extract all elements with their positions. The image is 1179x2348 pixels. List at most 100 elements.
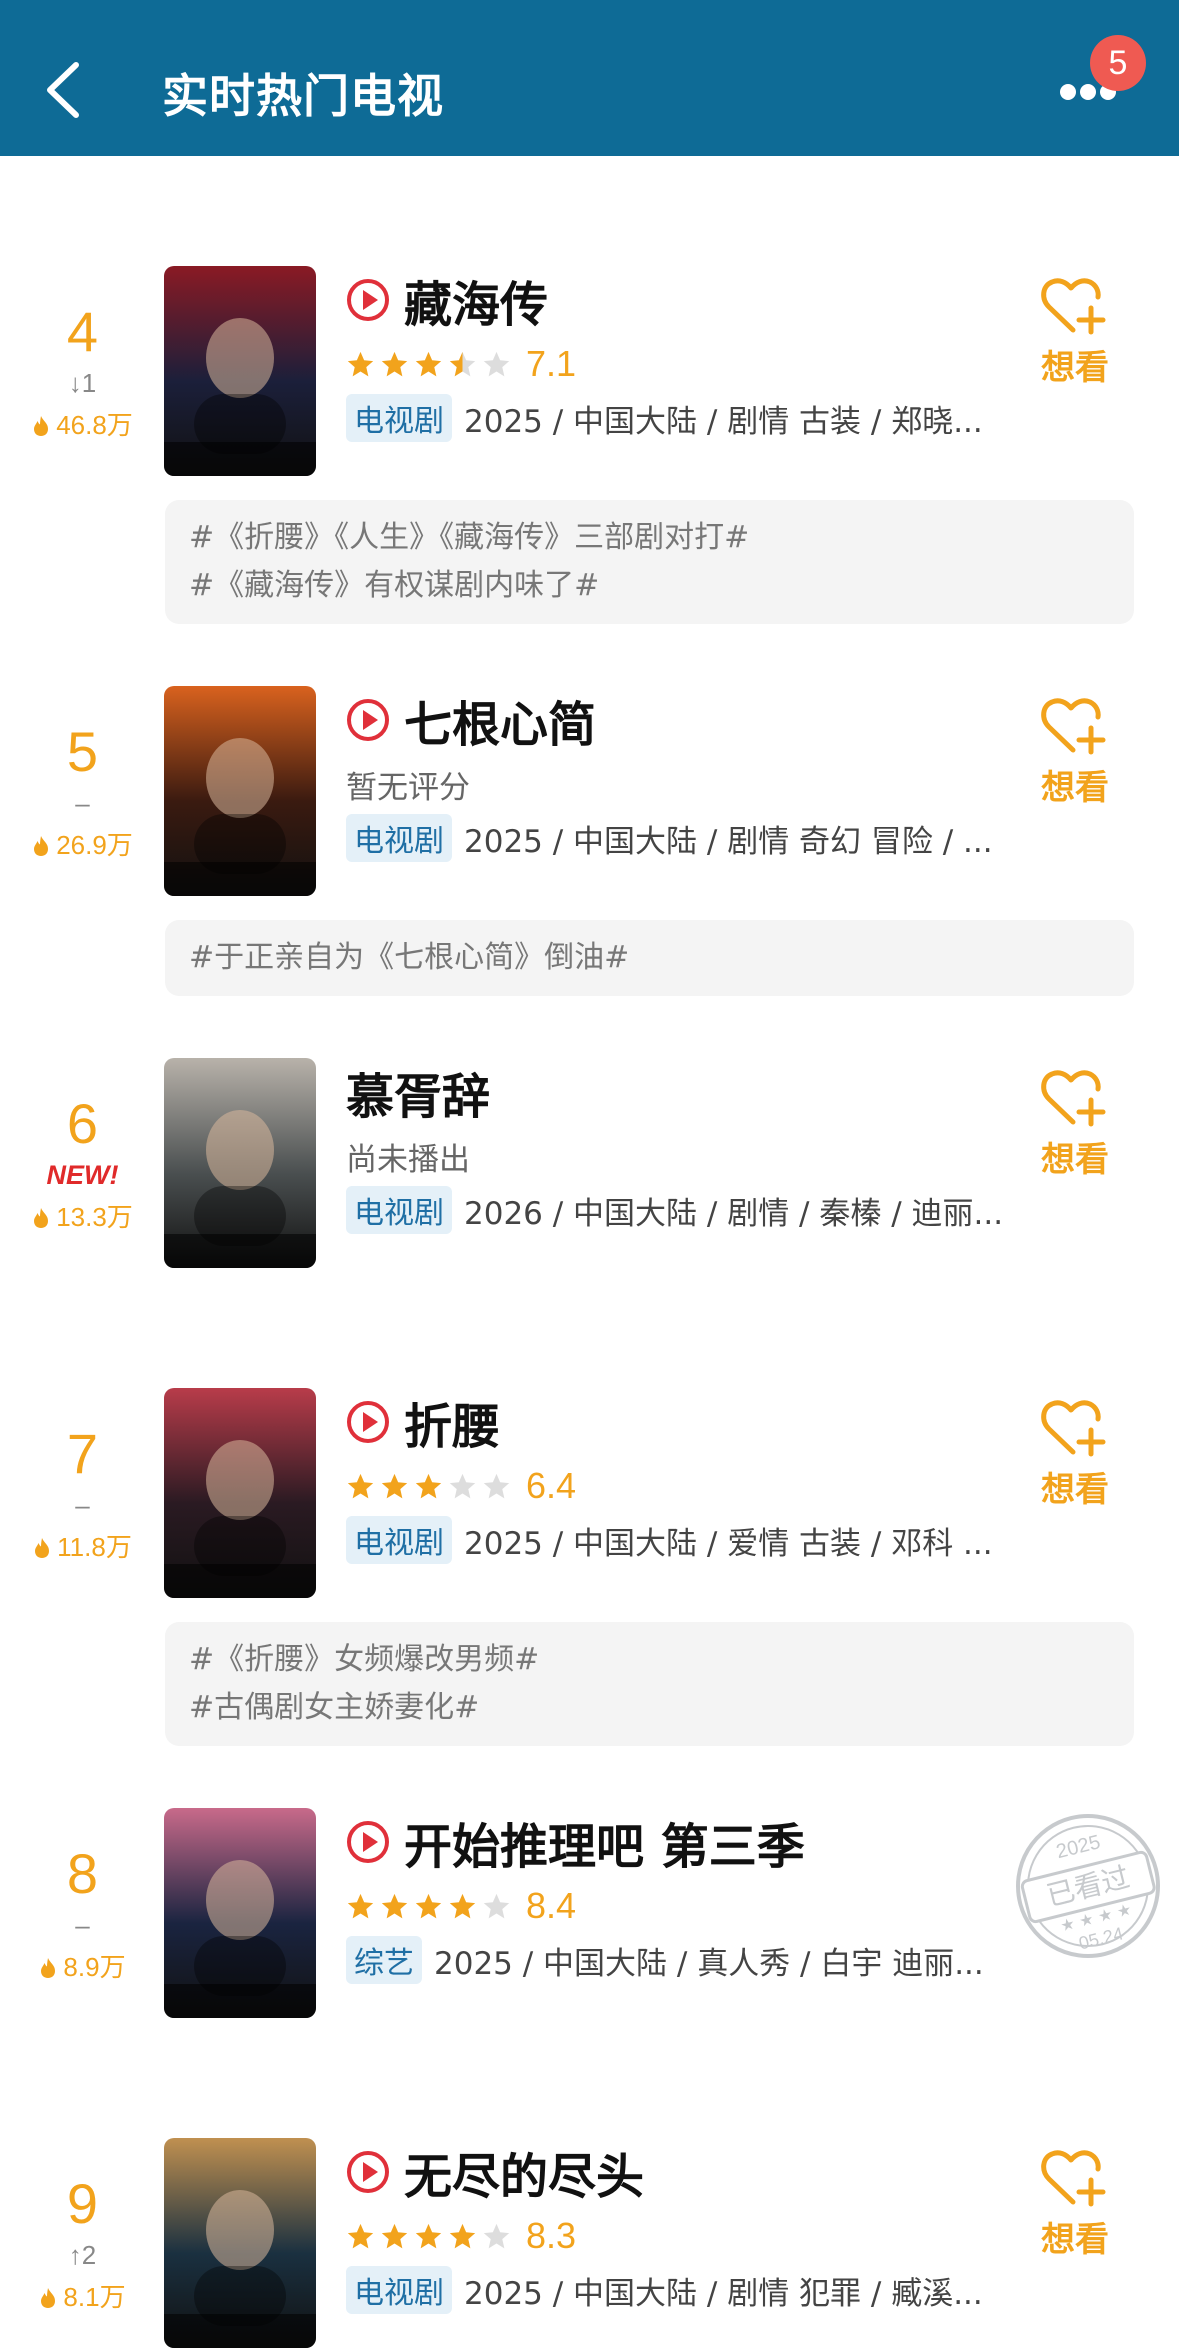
rank-number: 6 [66, 1092, 99, 1155]
category-tag: 电视剧 [346, 394, 452, 442]
poster-image [164, 1808, 316, 2018]
rank-block: 8 – 8.9万 [0, 1844, 165, 1984]
want-to-watch-label: 想看 [1041, 1140, 1109, 1180]
want-to-watch-button[interactable]: 想看 [1020, 694, 1130, 809]
category-tag: 电视剧 [346, 814, 452, 862]
rank-change: – [75, 788, 90, 818]
show-title[interactable]: 藏海传 [404, 265, 548, 335]
rank-block: 5 – 26.9万 [0, 722, 165, 862]
top-bar: 实时热门电视 5 [0, 0, 1179, 156]
topic-link[interactable]: #古偶剧女主娇妻化# [189, 1684, 1110, 1732]
topic-link[interactable]: #《折腰》《人生》《藏海传》三部剧对打# [189, 514, 1110, 562]
heat-value: 11.8万 [0, 1530, 165, 1564]
poster-image [164, 1388, 316, 1598]
want-to-watch-label: 想看 [1041, 1470, 1109, 1510]
heat-text: 46.8万 [56, 410, 133, 440]
rank-change: – [75, 1490, 90, 1520]
star-icon [347, 351, 374, 376]
show-title[interactable]: 无尽的尽头 [404, 2137, 644, 2207]
title-row[interactable]: 无尽的尽头 [346, 2142, 644, 2205]
rating-row: 8.3 [346, 2214, 576, 2258]
rank-change: – [75, 1910, 90, 1940]
topic-box: #《折腰》女频爆改男频# #古偶剧女主娇妻化# [165, 1622, 1134, 1746]
category-tag: 综艺 [346, 1936, 422, 1984]
watched-stamp-icon: 2025 已看过 ★ ★ ★ ★ 05.24 [1016, 1814, 1160, 1958]
topic-link[interactable]: #《折腰》女频爆改男频# [189, 1636, 1110, 1684]
heat-text: 11.8万 [57, 1532, 132, 1562]
show-info: 2025 / 中国大陆 / 剧情 犯罪 / 臧溪... [464, 2275, 983, 2312]
rating-row: 暂无评分 [346, 762, 470, 806]
play-circle-icon[interactable] [346, 1820, 390, 1864]
rating-row: 8.4 [346, 1884, 576, 1928]
play-circle-icon[interactable] [346, 278, 390, 322]
poster[interactable] [164, 1388, 316, 1598]
show-title[interactable]: 开始推理吧 第三季 [404, 1807, 805, 1877]
show-title[interactable]: 折腰 [404, 1387, 500, 1457]
play-circle-icon[interactable] [346, 1400, 390, 1444]
more-dots-icon [1060, 84, 1076, 100]
info-row: 综艺 2025 / 中国大陆 / 真人秀 / 白宇 迪丽... [346, 1936, 1006, 1984]
heart-plus-icon [1041, 2150, 1106, 2207]
rating-text: 尚未播出 [346, 1141, 470, 1178]
category-tag: 电视剧 [346, 2266, 452, 2314]
play-circle-icon[interactable] [346, 698, 390, 742]
flame-icon [34, 836, 49, 856]
rating-score: 6.4 [526, 1465, 577, 1506]
play-circle-icon[interactable] [346, 2150, 390, 2194]
star-icon [381, 1893, 408, 1918]
topic-link[interactable]: #于正亲自为《七根心简》倒油# [189, 934, 1110, 982]
topic-box: #《折腰》《人生》《藏海传》三部剧对打# #《藏海传》有权谋剧内味了# [165, 500, 1134, 624]
poster[interactable] [164, 2138, 316, 2348]
star-icon [483, 1893, 510, 1918]
want-to-watch-button[interactable]: 想看 [1020, 274, 1130, 389]
category-tag: 电视剧 [346, 1516, 452, 1564]
want-to-watch-button[interactable]: 想看 [1020, 1066, 1130, 1181]
star-icon [415, 351, 442, 376]
show-title[interactable]: 七根心简 [404, 685, 596, 755]
show-title[interactable]: 慕胥辞 [346, 1057, 490, 1127]
flame-icon [34, 416, 49, 436]
rating-row: 7.1 [346, 342, 576, 386]
rating-text: 暂无评分 [346, 769, 470, 806]
rating-row: 6.4 [346, 1464, 576, 1508]
title-row[interactable]: 慕胥辞 [346, 1062, 490, 1125]
rank-block: 9 ↑2 8.1万 [0, 2174, 165, 2314]
heat-value: 13.3万 [0, 1200, 165, 1234]
want-to-watch-label: 想看 [1041, 768, 1109, 808]
poster[interactable] [164, 686, 316, 896]
want-to-watch-button[interactable]: 想看 [1020, 1396, 1130, 1511]
title-row[interactable]: 折腰 [346, 1392, 500, 1455]
flame-icon [41, 2288, 56, 2308]
heat-text: 8.9万 [63, 1952, 126, 1982]
topic-link[interactable]: #《藏海传》有权谋剧内味了# [189, 562, 1110, 610]
heart-plus-icon [1041, 278, 1106, 335]
rank-block: 4 ↓1 46.8万 [0, 302, 165, 442]
star-icon [347, 2223, 374, 2248]
title-row[interactable]: 藏海传 [346, 270, 548, 333]
svg-text:2025: 2025 [1054, 1831, 1103, 1863]
heat-value: 46.8万 [0, 408, 165, 442]
heat-value: 26.9万 [0, 828, 165, 862]
poster-image [164, 2138, 316, 2348]
title-row[interactable]: 开始推理吧 第三季 [346, 1812, 805, 1875]
poster-image [164, 686, 316, 896]
poster[interactable] [164, 1058, 316, 1268]
info-row: 电视剧 2025 / 中国大陆 / 爱情 古装 / 邓科 ... [346, 1516, 1006, 1564]
want-to-watch-label: 想看 [1041, 348, 1109, 388]
poster[interactable] [164, 1808, 316, 2018]
title-row[interactable]: 七根心简 [346, 690, 596, 753]
star-icon [449, 2223, 476, 2248]
star-icon [483, 1473, 510, 1498]
back-button[interactable] [40, 55, 94, 125]
info-row: 电视剧 2025 / 中国大陆 / 剧情 奇幻 冒险 / ... [346, 814, 1006, 862]
rank-change: NEW! [46, 1160, 119, 1190]
heat-text: 13.3万 [56, 1202, 133, 1232]
poster[interactable] [164, 266, 316, 476]
topic-box: #于正亲自为《七根心简》倒油# [165, 920, 1134, 996]
page-title: 实时热门电视 [162, 69, 444, 123]
rank-number: 8 [66, 1842, 99, 1905]
want-to-watch-label: 想看 [1041, 2220, 1109, 2260]
star-icon [483, 351, 510, 376]
want-to-watch-button[interactable]: 想看 [1020, 2146, 1130, 2261]
rating-score: 8.3 [526, 2215, 577, 2256]
